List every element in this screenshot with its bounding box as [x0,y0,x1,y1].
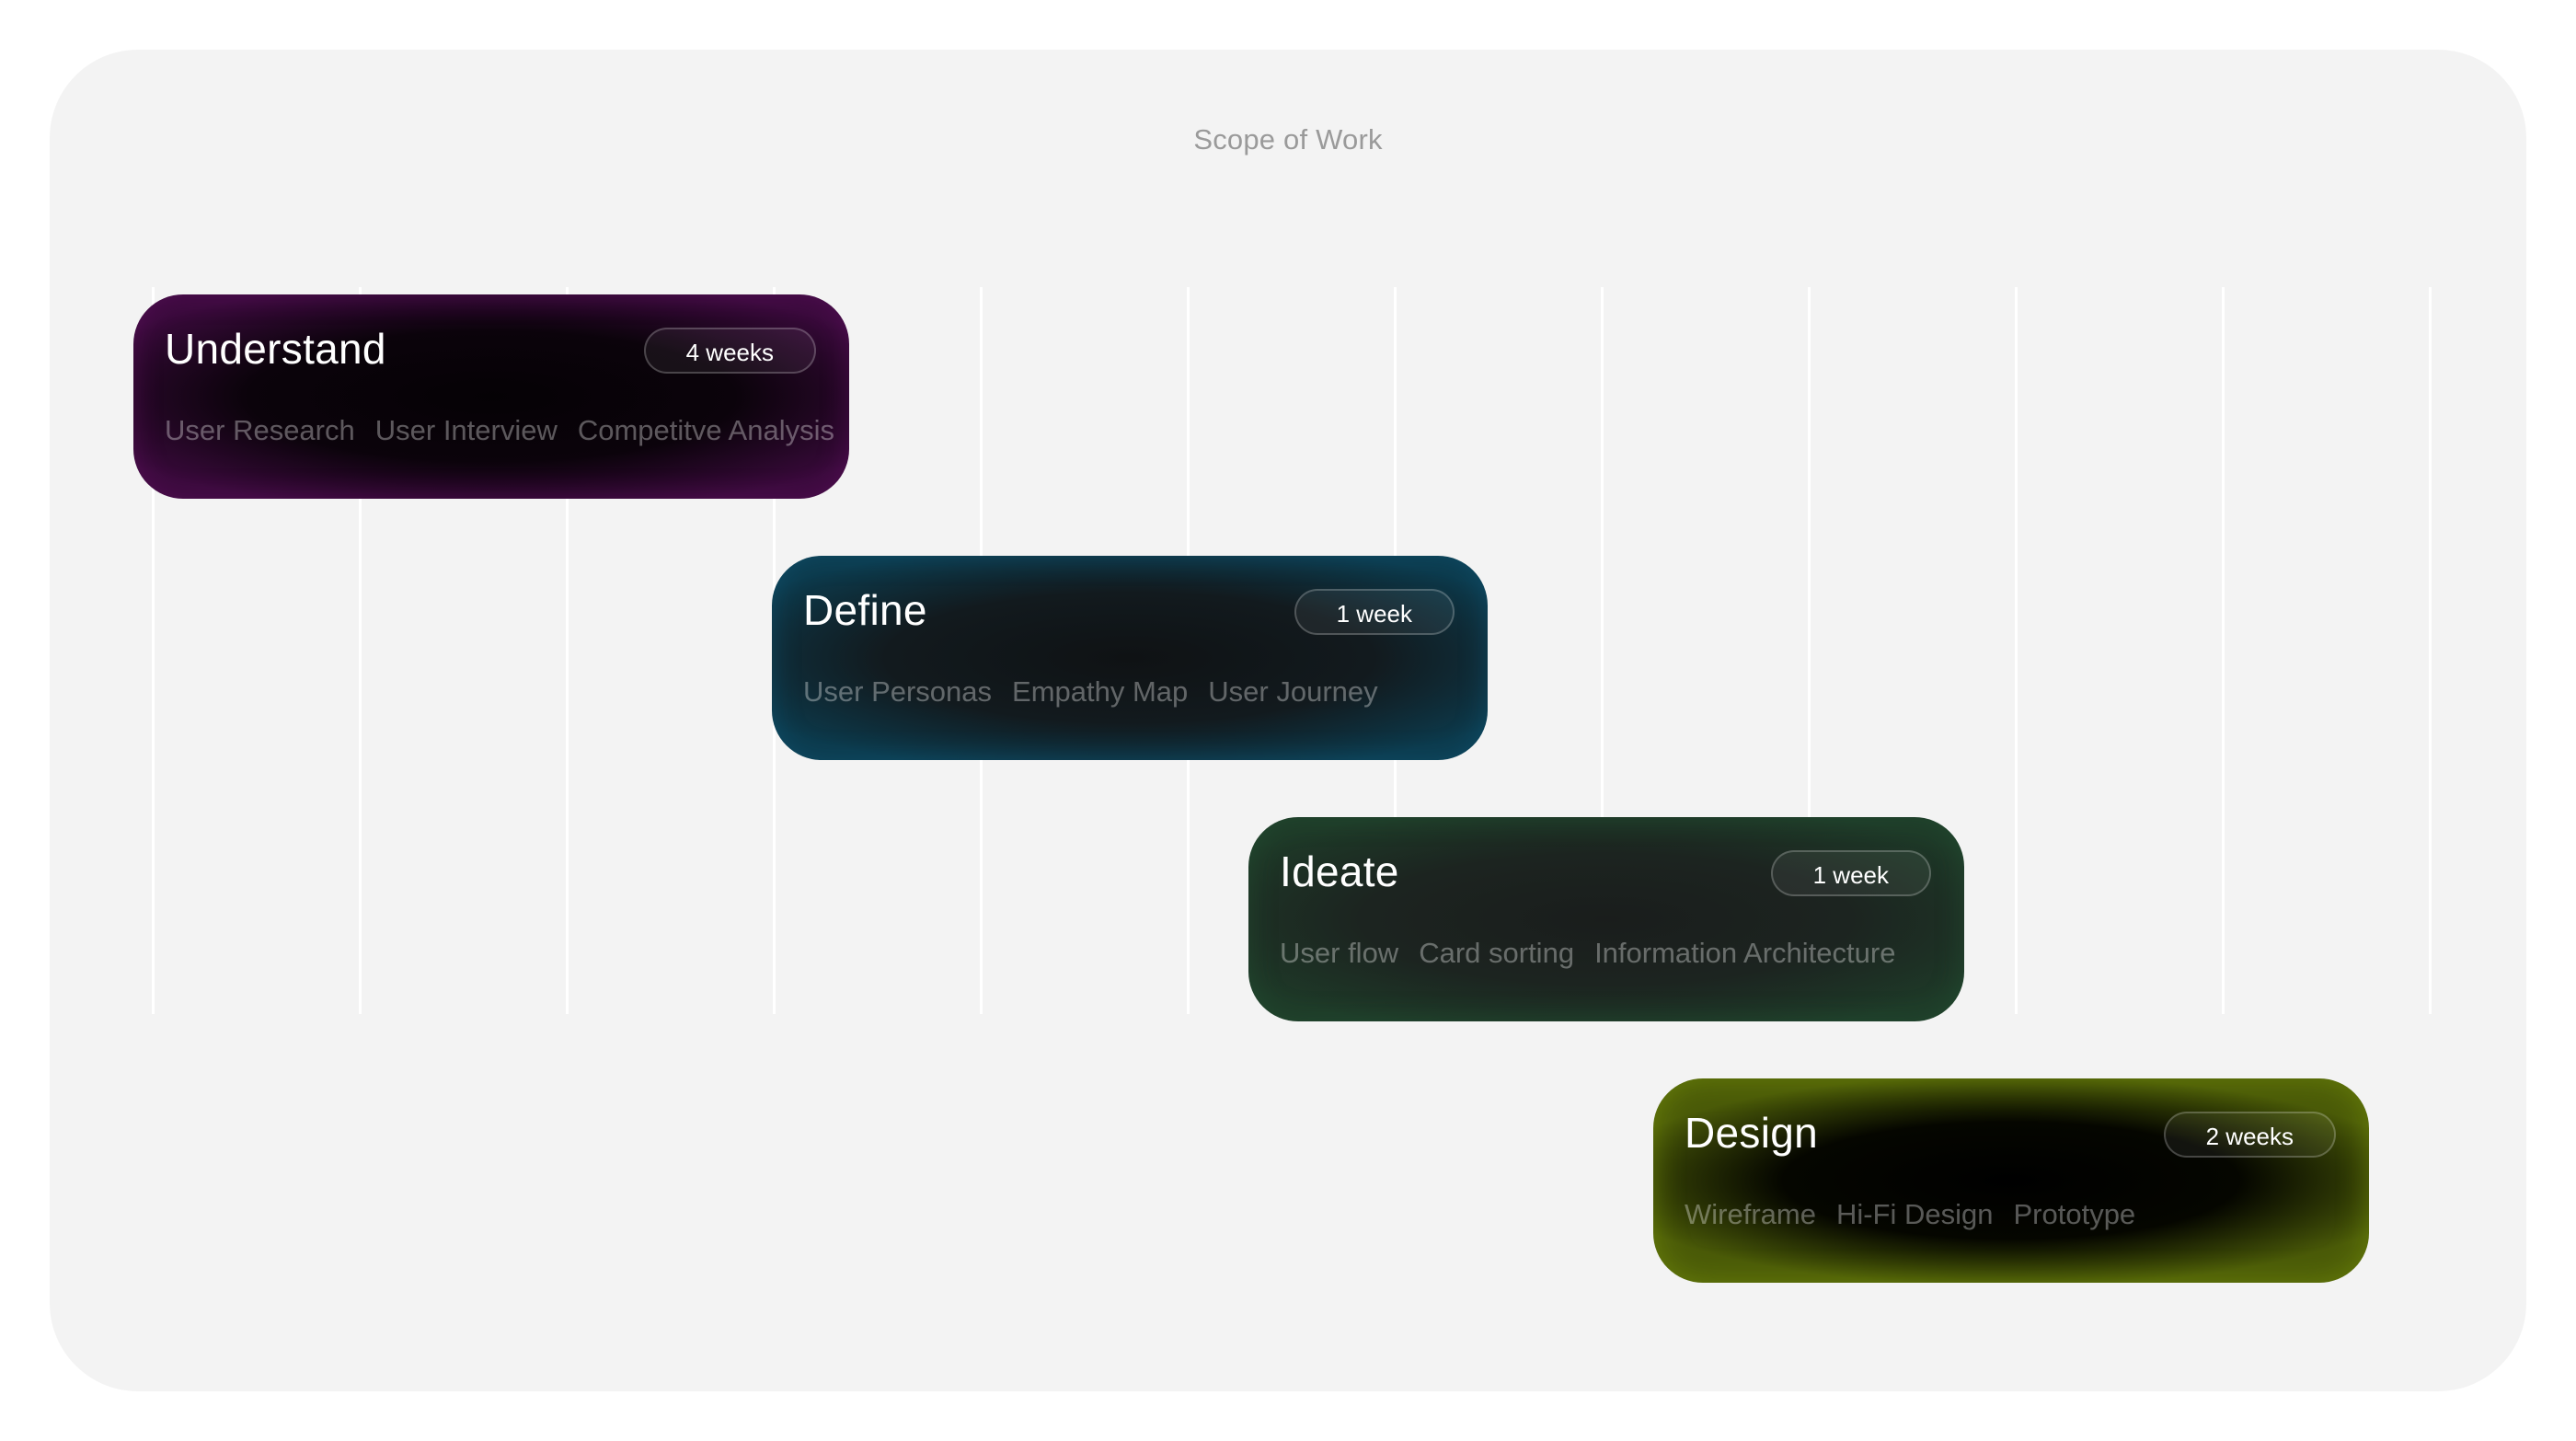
duration-badge: 4 weeks [643,328,816,374]
duration-badge: 2 weeks [2163,1112,2336,1158]
phase-tags: User Research User Interview Competitve … [165,414,834,447]
timeline-grid-line [2222,287,2225,1014]
phase-tag: User Interview [374,414,558,446]
timeline-grid-line [2429,287,2432,1014]
phase-card-ideate[interactable]: Ideate 1 week User flow Card sorting Inf… [1248,817,1964,1021]
phase-tag: Prototype [2013,1198,2136,1230]
duration-badge: 1 week [1294,589,1455,635]
phase-title: Ideate [1280,847,1399,895]
phase-card-design[interactable]: Design 2 weeks Wireframe Hi-Fi Design Pr… [1653,1078,2369,1283]
phase-tag: Empathy Map [1012,675,1189,708]
phase-tags: Wireframe Hi-Fi Design Prototype [1685,1198,2135,1231]
phase-tags: User flow Card sorting Information Archi… [1280,937,1895,970]
scope-of-work-canvas: Scope of Work Understand 4 weeks User Re… [50,50,2526,1391]
page-title: Scope of Work [1193,123,1383,156]
phase-tag: Card sorting [1419,937,1575,969]
phase-tag: User Research [165,414,355,446]
phase-title: Design [1685,1109,1818,1157]
phase-tag: Hi-Fi Design [1835,1198,1994,1230]
phase-tag: Wireframe [1685,1198,1816,1230]
phase-tag: Information Architecture [1594,937,1896,969]
phase-card-understand[interactable]: Understand 4 weeks User Research User In… [133,294,849,499]
timeline-grid-line [2015,287,2018,1014]
phase-title: Understand [165,325,386,373]
phase-tag: User Personas [803,675,993,708]
phase-tag: User flow [1280,937,1399,969]
duration-badge: 1 week [1770,850,1931,896]
phase-tag: User Journey [1208,675,1378,708]
phase-title: Define [803,586,927,634]
phase-card-define[interactable]: Define 1 week User Personas Empathy Map … [772,556,1488,760]
phase-tags: User Personas Empathy Map User Journey [803,675,1378,709]
phase-tag: Competitve Analysis [577,414,834,446]
